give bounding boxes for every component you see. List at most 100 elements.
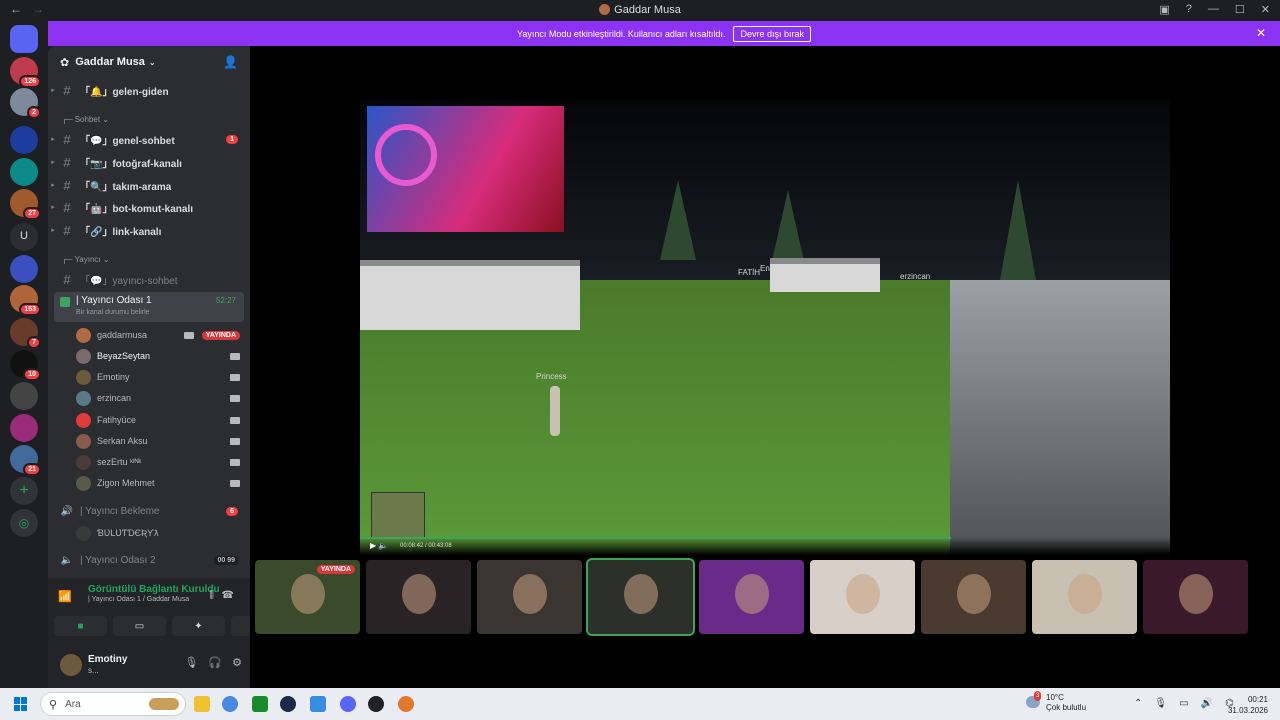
display-icon[interactable]: ▭ (1179, 698, 1188, 709)
participant-tile[interactable] (586, 558, 695, 636)
help-icon[interactable]: ? (1186, 3, 1192, 16)
microphone-icon[interactable]: 🎙 (1154, 698, 1167, 709)
voice-user[interactable]: sezErtu ᵏᴵᴺᵏ (76, 452, 240, 472)
voice-user[interactable]: BeyazSeytan (76, 346, 240, 366)
live-badge[interactable]: YAYINDA (201, 330, 240, 340)
hash-icon: # (63, 82, 71, 98)
explore-icon[interactable]: ◎ (10, 509, 38, 537)
activities-button[interactable]: ✦ (172, 616, 225, 636)
voice-channel-yayinci-bekleme[interactable]: 🔊 | Yayıncı Bekleme 6 (48, 501, 250, 521)
server-icon[interactable] (10, 414, 38, 442)
volume-icon[interactable]: 🔊 (1201, 698, 1213, 709)
server-icon[interactable] (10, 255, 38, 283)
participant-tile[interactable] (921, 560, 1026, 634)
participant-tile[interactable]: YAYINDA (255, 560, 360, 634)
system-tray: ⌃ 🎙 ▭ 🔊 ⌬ (1134, 698, 1234, 709)
mention-badge: 126 (19, 75, 41, 88)
voice-channel-yayinci-odasi-2[interactable]: 🔈 | Yayıncı Odası 2 00 99 (48, 550, 250, 570)
avatar[interactable] (60, 654, 82, 676)
category-sohbet[interactable]: ╭─ Sohbet ⌄ (62, 115, 109, 124)
participant-tile[interactable] (699, 560, 804, 634)
play-icon[interactable]: ▶ 🔈 (370, 541, 388, 550)
invite-icon[interactable]: 👤 (223, 55, 238, 69)
server-icon[interactable]: 21 (10, 445, 41, 476)
set-channel-status[interactable]: Bir kanal durumu belirle (76, 309, 150, 316)
channel-link-kanali[interactable]: ▸ # 「🔗」link-kanalı (48, 220, 250, 240)
minimize-button[interactable]: — (1208, 3, 1219, 16)
avatar (76, 327, 91, 343)
participant-tile[interactable] (810, 560, 915, 634)
stream-video[interactable]: Princess FATİH Enes erzincan ▶ 🔈 00:08:4… (360, 100, 1170, 555)
microphone-icon[interactable]: 🎙 (184, 656, 198, 669)
search-highlight-icon (149, 698, 179, 710)
server-icon[interactable] (10, 126, 38, 154)
voice-user[interactable]: erzincan (76, 388, 240, 408)
chrome-icon[interactable] (222, 696, 238, 712)
maximize-button[interactable]: ☐ (1235, 3, 1245, 16)
voice-user[interactable]: gaddarmusa YAYINDA (76, 325, 240, 345)
voice-user[interactable]: Emotiny (76, 367, 240, 387)
video-icon (230, 458, 240, 466)
file-explorer-icon[interactable] (194, 696, 210, 712)
server-icon[interactable]: 126 (10, 57, 41, 88)
noise-suppression-icon[interactable]: ⫼ (209, 590, 214, 601)
close-icon[interactable]: ✕ (1256, 26, 1266, 40)
channel-yayinci-sohbet[interactable]: # 「💬」yayıncı-sohbet (48, 269, 250, 289)
discord-icon[interactable] (340, 696, 356, 712)
mention-badge: 21 (23, 463, 41, 476)
server-icon[interactable]: 2 (10, 88, 41, 119)
headphones-icon[interactable]: 🎧 (208, 656, 222, 669)
voice-channel-yayinci-odasi-1[interactable]: | Yayıncı Odası 1 52:27 Bir kanal durumu… (54, 292, 244, 322)
gear-icon[interactable]: ⚙ (232, 656, 242, 669)
channel-bot-komut-kanali[interactable]: ▸ # 「🤖」bot-komut-kanalı (48, 197, 250, 217)
close-button[interactable]: ✕ (1261, 3, 1270, 16)
game-launcher-icon[interactable] (398, 696, 414, 712)
user-name: Emotiny (97, 372, 130, 382)
server-icon[interactable]: 7 (10, 318, 41, 349)
server-icon[interactable]: 10 (10, 350, 41, 381)
voice-user[interactable]: Zigon Mehmet (76, 473, 240, 493)
barn-graphic (360, 260, 580, 330)
chevron-up-icon[interactable]: ⌃ (1134, 698, 1142, 709)
signal-icon[interactable]: 📶 (58, 590, 72, 604)
video-icon (230, 373, 240, 381)
server-icon[interactable]: 27 (10, 189, 41, 220)
camera-button[interactable]: ■ (54, 616, 107, 636)
channel-gelen-giden[interactable]: ▸ # 「🔔」gelen-giden (48, 80, 250, 100)
server-icon[interactable]: 153 (10, 285, 41, 316)
participant-tile[interactable] (1143, 560, 1248, 634)
avatar (76, 348, 91, 364)
voice-user[interactable]: Fatihyüce (76, 410, 240, 430)
guild-header[interactable]: ✿ Gaddar Musa ⌄ 👤 (48, 46, 250, 78)
obs-icon[interactable] (368, 696, 384, 712)
disable-streamer-mode-button[interactable]: Devre dışı bırak (733, 25, 811, 42)
add-server-icon[interactable]: + (10, 477, 38, 505)
app-icon[interactable] (310, 696, 326, 712)
inbox-icon[interactable]: ▣ (1159, 3, 1169, 16)
stream-progress[interactable] (360, 537, 952, 539)
server-icon[interactable] (10, 158, 38, 186)
weather-widget[interactable]: 3 10°C Çok bulutlu (1026, 691, 1086, 713)
discord-home-icon[interactable] (10, 25, 38, 53)
user-name: BeyazSeytan (97, 351, 151, 361)
screen-share-button[interactable]: ▭ (113, 616, 166, 636)
participant-tile[interactable] (1032, 560, 1137, 634)
steam-icon[interactable] (280, 696, 296, 712)
xbox-icon[interactable] (252, 696, 268, 712)
server-icon[interactable]: U (10, 223, 38, 251)
channel-takim-arama[interactable]: ▸ # 「🔍」takım-arama (48, 175, 250, 195)
channel-genel-sohbet[interactable]: ▸ # 「💬」genel-sohbet 1 (48, 129, 250, 149)
category-yayinci[interactable]: ╭─ Yayıncı ⌄ (62, 255, 110, 264)
voice-user[interactable]: ƁƲLƲƬƊЄƦƳƛ (76, 523, 240, 543)
taskbar-search[interactable]: ⚲ Ara (40, 692, 186, 716)
server-icon[interactable] (10, 382, 38, 410)
user-name: ƁƲLƲƬƊЄƦƳƛ (97, 528, 159, 538)
hash-icon: # (63, 131, 71, 147)
channel-fotograf-kanali[interactable]: ▸ # 「📷」fotoğraf-kanalı (48, 152, 250, 172)
windows-start-icon[interactable] (14, 697, 28, 711)
system-clock[interactable]: 00:21 31.03.2026 (1228, 694, 1268, 716)
disconnect-icon[interactable]: ☎ (222, 590, 234, 601)
participant-tile[interactable] (477, 560, 582, 634)
participant-tile[interactable] (366, 560, 471, 634)
voice-user[interactable]: Serkan Aksu (76, 431, 240, 451)
